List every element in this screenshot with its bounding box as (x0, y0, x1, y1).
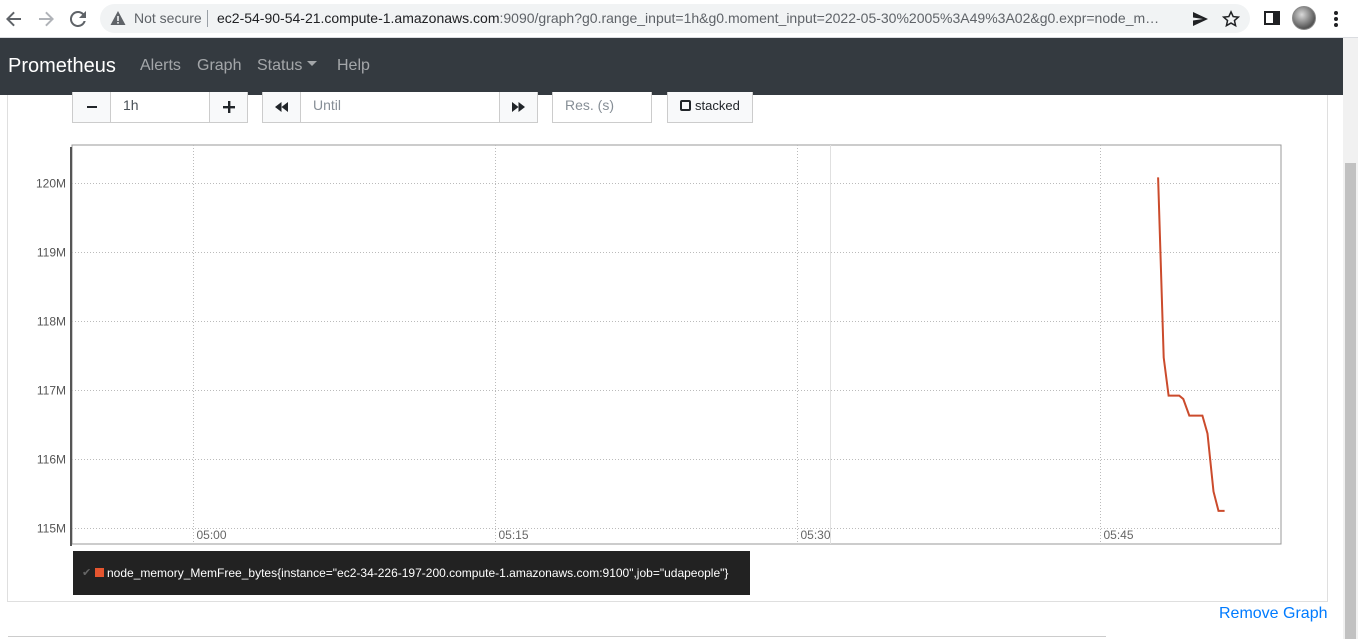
y-axis-labels: 115M 116M 117M 118M 119M 120M (36, 177, 66, 536)
x-tick-label: 05:15 (499, 528, 529, 542)
legend-series-label[interactable]: node_memory_MemFree_bytes{instance="ec2-… (107, 566, 728, 580)
series-color-swatch (95, 568, 104, 577)
remove-graph-link[interactable]: Remove Graph (1219, 605, 1328, 623)
legend[interactable]: ✔ node_memory_MemFree_bytes{instance="ec… (73, 551, 750, 595)
chart[interactable]: 115M 116M 117M 118M 119M 120M 05:00 05:15 05:30… (0, 0, 1358, 639)
divider (8, 636, 1106, 637)
x-tick-label: 05:45 (1104, 528, 1134, 542)
plot-area (71, 144, 1282, 545)
y-tick-label: 119M (37, 246, 66, 260)
y-tick-label: 120M (36, 177, 66, 191)
y-tick-label: 116M (37, 453, 66, 467)
x-tick-label: 05:00 (197, 528, 227, 542)
y-tick-label: 118M (37, 315, 66, 329)
y-tick-label: 115M (37, 522, 66, 536)
x-tick-label: 05:30 (801, 528, 831, 542)
y-tick-label: 117M (37, 384, 66, 398)
check-icon: ✔ (82, 567, 92, 579)
